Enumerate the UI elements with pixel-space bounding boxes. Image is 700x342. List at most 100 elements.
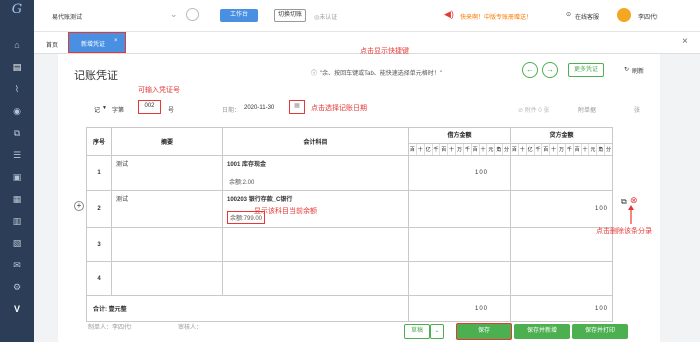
attachment-link[interactable]: ⊘ 附件 0 张 (518, 105, 549, 114)
account-balance (227, 239, 231, 241)
debit-cell[interactable] (408, 227, 511, 262)
no-suffix: 号 (168, 108, 175, 114)
home-icon[interactable]: ⌂ (10, 38, 24, 52)
account-balance (227, 273, 231, 275)
promo-text[interactable]: 快来啊！中版专账册赠送！ (460, 12, 532, 21)
calendar-icon[interactable]: ▦ (289, 100, 305, 114)
col-summary: 摘要 (111, 127, 223, 156)
refresh-button[interactable]: 刷新 (632, 66, 644, 75)
unit-label: 亿 (525, 143, 534, 155)
summary-cell[interactable] (111, 261, 223, 296)
add-row-icon[interactable]: + (74, 201, 84, 211)
unit-label: 十 (549, 143, 557, 155)
user-name[interactable]: 李四代! (638, 12, 658, 21)
total-debit: 100 (408, 295, 511, 322)
summary-cell[interactable]: 测试 (111, 190, 223, 228)
credit-cell[interactable] (510, 261, 613, 296)
report-icon[interactable]: ▧ (10, 236, 24, 250)
unit-label: 亿 (423, 143, 432, 155)
unit-label: 百 (439, 143, 447, 155)
annotation-balance: 显示该科目当前余额 (254, 208, 317, 215)
unit-label: 千 (431, 143, 440, 155)
tab-new-voucher-label: 新增凭证 (81, 42, 106, 48)
box-icon[interactable]: ▣ (10, 170, 24, 184)
summary-cell[interactable] (111, 227, 223, 262)
keyboard-hint: "余、按回车键或Tab、能快速选择单元格时！" (320, 71, 442, 77)
switch-account-button[interactable]: 切换切账 (274, 9, 307, 22)
ledger-icon[interactable]: ▦ (10, 192, 24, 206)
mail-icon[interactable]: ✉ (10, 258, 24, 272)
debit-cell[interactable] (408, 261, 511, 296)
credit-cell[interactable] (510, 155, 613, 191)
unit-label: 元 (486, 143, 494, 155)
save-print-button[interactable]: 保存并打印 (572, 324, 628, 339)
col-account: 会计科目 (222, 127, 409, 156)
doc-icon[interactable]: ▥ (10, 214, 24, 228)
workbench-button[interactable]: 工作台 (220, 9, 258, 22)
account-name: 1001 库存现金 (227, 162, 267, 168)
summary-cell[interactable]: 测试 (111, 155, 223, 191)
v-icon[interactable]: V (10, 302, 24, 316)
tab-close-icon[interactable]: × (114, 38, 118, 44)
date-input[interactable]: 2020-11-30 (244, 105, 274, 111)
unit-label: 元 (588, 143, 596, 155)
account-cell[interactable] (222, 261, 409, 296)
debit-cell[interactable] (408, 190, 511, 228)
save-button[interactable]: 保存 (456, 323, 512, 340)
total-row: 合计: 壹元整 100 100 (86, 295, 613, 322)
unit-label: 十 (415, 143, 424, 155)
unit-label: 千 (533, 143, 542, 155)
more-voucher-button[interactable]: 更多凭证 (568, 63, 604, 77)
table-header: 序号 摘要 会计科目 借方金额百十亿千百十万千百十元角分 贷方金额百十亿千百十万… (86, 127, 613, 156)
account-balance: 余额:2.00 (229, 180, 255, 186)
date-label: 日期： (222, 108, 241, 114)
company-name: 易代账测试 (52, 15, 83, 21)
account-cell[interactable]: 1001 库存现金 余额:2.00 (222, 155, 409, 191)
unit-label: 万 (557, 143, 565, 155)
next-voucher-icon[interactable]: → (542, 62, 558, 78)
topbar: 易代账测试 ⌄ 工作台 切换切账 ◎未认证 ◀) 快来啊！中版专账册赠送！ ⊙ … (34, 0, 700, 32)
col-credit: 贷方金额百十亿千百十万千百十元角分 (510, 127, 613, 156)
tab-new-voucher[interactable]: 新增凭证 × (68, 32, 126, 53)
word-dropdown-icon[interactable]: ▼ (102, 105, 107, 111)
unit-label: 十 (478, 143, 487, 155)
annotation-date: 点击选择记账日期 (311, 105, 367, 112)
account-cell[interactable] (222, 227, 409, 262)
row-seq: 1 (86, 155, 112, 191)
certify-status[interactable]: ◎未认证 (314, 12, 337, 21)
unit-label: 千 (462, 143, 471, 155)
unit-label: 分 (502, 143, 510, 155)
annotation-delete: 点击删除该条分录 (596, 228, 652, 235)
prev-voucher-icon[interactable]: ← (522, 62, 538, 78)
circle-icon[interactable] (186, 8, 199, 21)
chart-icon[interactable]: ⌇ (10, 82, 24, 96)
credit-cell[interactable]: 100 (510, 190, 613, 228)
chevron-down-icon[interactable]: ⌄ (170, 9, 178, 20)
refresh-icon[interactable]: ↻ (624, 66, 629, 73)
sidebar: G ⌂ ▤ ⌇ ◉ ⧉ ☰ ▣ ▦ ▥ ▧ ✉ ⚙ V (0, 0, 34, 342)
table-row: 2 测试 100203 银行存款_C银行 余额:799.00 100 (86, 190, 613, 228)
draft-dropdown-icon[interactable]: ⌄ (430, 324, 444, 339)
account-name: 100203 银行存款_C银行 (227, 197, 293, 203)
credit-units: 百十亿千百十万千百十元角分 (511, 142, 612, 155)
close-all-icon[interactable]: × (682, 36, 688, 47)
unit-label: 千 (564, 143, 573, 155)
word-value: 字第 (112, 108, 125, 114)
tab-home[interactable]: 首页 (46, 40, 58, 49)
avatar[interactable] (617, 8, 631, 22)
online-service[interactable]: 在线客服 (575, 12, 599, 21)
debit-units: 百十亿千百十万千百十元角分 (409, 142, 510, 155)
voucher-number-input[interactable]: 002 (138, 100, 161, 114)
unit-label: 十 (580, 143, 589, 155)
unit-label: 角 (494, 143, 502, 155)
gear-icon[interactable]: ⚙ (10, 280, 24, 294)
debit-cell[interactable]: 100 (408, 155, 511, 191)
voucher-icon[interactable]: ▤ (10, 60, 24, 74)
save-new-button[interactable]: 保存并新增 (514, 324, 570, 339)
table-row: 3 (86, 227, 613, 262)
coin-icon[interactable]: ◉ (10, 104, 24, 118)
list-icon[interactable]: ☰ (10, 148, 24, 162)
credit-title: 贷方金额 (549, 132, 574, 139)
draft-button[interactable]: 草稿 (404, 324, 430, 339)
copy-icon[interactable]: ⧉ (10, 126, 24, 140)
